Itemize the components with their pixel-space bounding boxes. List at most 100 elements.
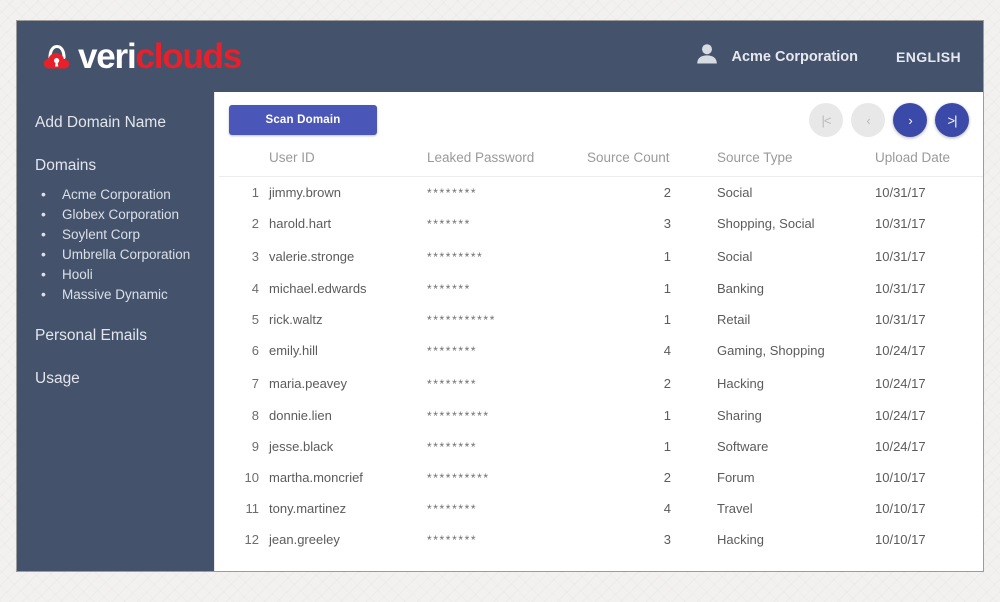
cell-source-type: Retail [717, 312, 751, 327]
account-name-label: Acme Corporation [731, 48, 858, 65]
app-body: Add Domain Name Domains Acme Corporation… [17, 92, 983, 571]
table-row[interactable]: 8donnie.lien**********1Sharing10/24/17No [219, 400, 983, 431]
cell-upload-date: 10/31/17 [875, 216, 926, 231]
logo-text-veri: veri [78, 37, 137, 76]
sidebar-item-personal-emails[interactable]: Personal Emails [17, 327, 214, 346]
account-menu[interactable]: Acme Corporation [694, 42, 858, 71]
cell-upload-date: 10/24/17 [875, 343, 926, 358]
masked-password-text: ********* [427, 249, 484, 264]
cell-index: 6 [251, 343, 259, 358]
masked-password-text: ******** [427, 186, 478, 200]
cell-index: 5 [251, 312, 259, 327]
column-header-source-count[interactable]: Source Count [581, 148, 711, 177]
column-header-upload-date[interactable]: Upload Date [869, 148, 983, 177]
masked-password-text: ******** [427, 376, 478, 391]
person-icon [694, 42, 720, 71]
leaked-credentials-table: User ID Leaked Password Source Count Sou… [219, 148, 983, 555]
cell-upload-date: 10/24/17 [875, 439, 926, 454]
column-header-source-type[interactable]: Source Type [711, 148, 869, 177]
leaked-credentials-table-container: User ID Leaked Password Source Count Sou… [215, 148, 983, 571]
table-header: User ID Leaked Password Source Count Sou… [219, 148, 983, 177]
cell-upload-date: 10/10/17 [875, 501, 926, 516]
cell-source-type: Hacking [717, 532, 764, 547]
cell-leaked-password: ******* [421, 208, 581, 239]
cell-source-count: 1 [663, 439, 671, 454]
cell-user-id: tony.martinez [269, 501, 347, 516]
sidebar-item-add-domain-name[interactable]: Add Domain Name [17, 114, 214, 133]
pagination-controls: |< ‹ › >| [809, 103, 969, 137]
sidebar-domain-acme-corporation[interactable]: Acme Corporation [39, 184, 214, 205]
scan-domain-button[interactable]: Scan Domain [229, 105, 377, 135]
first-page-button[interactable]: |< [809, 103, 843, 137]
masked-password-text: ******** [427, 533, 478, 547]
table-row[interactable]: 1jimmy.brown********2Social10/31/17Yes [219, 177, 983, 209]
table-row[interactable]: 11tony.martinez********4Travel10/10/17No [219, 493, 983, 524]
cell-leaked-password: ********** [421, 400, 581, 431]
table-row[interactable]: 12jean.greeley********3Hacking10/10/17Ye… [219, 524, 983, 555]
cell-source-type: Forum [717, 470, 755, 485]
cell-user-id: michael.edwards [269, 281, 367, 296]
cell-user-id: donnie.lien [269, 408, 332, 423]
cell-index: 2 [251, 216, 259, 231]
main-content: Scan Domain |< ‹ › >| User ID Leaked Pas… [214, 92, 983, 571]
top-header-bar: vericlouds Acme Corporation ENGLISH [17, 21, 983, 92]
cell-leaked-password: ********** [421, 462, 581, 493]
cell-source-count: 1 [663, 248, 671, 264]
last-page-button[interactable]: >| [935, 103, 969, 137]
cell-upload-date: 10/31/17 [875, 248, 926, 264]
cell-upload-date: 10/31/17 [875, 312, 926, 327]
logo-text-clouds: clouds [135, 37, 242, 76]
cell-user-id: emily.hill [269, 343, 318, 358]
prev-page-button[interactable]: ‹ [851, 103, 885, 137]
masked-password-text: ******** [427, 502, 478, 516]
cloud-lock-icon [38, 38, 76, 76]
cell-index: 12 [244, 532, 259, 547]
cell-index: 3 [251, 248, 259, 264]
sidebar-domain-globex-corporation[interactable]: Globex Corporation [39, 204, 214, 225]
masked-password-text: ******** [427, 344, 478, 358]
cell-leaked-password: ******** [421, 335, 581, 366]
table-row[interactable]: 2 harold.hart ******* 3 Shopping, Social 10/3… [219, 208, 983, 239]
sidebar-item-usage[interactable]: Usage [17, 370, 214, 389]
cell-index: 1 [251, 185, 259, 200]
cell-leaked-password: ******** [421, 493, 581, 524]
cell-source-type: Sharing [717, 408, 762, 423]
table-row[interactable]: 9jesse.black********1Software10/24/17Yes [219, 431, 983, 462]
sidebar-domain-hooli[interactable]: Hooli [39, 264, 214, 285]
cell-upload-date: 10/31/17 [875, 185, 926, 200]
masked-password-text: ******* [427, 217, 471, 231]
table-row[interactable]: 5rick.waltz***********1Retail10/31/17Yes [219, 304, 983, 335]
masked-password-text: ******** [427, 440, 478, 454]
language-selector[interactable]: ENGLISH [896, 49, 961, 65]
table-row[interactable]: 4michael.edwards*******1Banking10/31/17N… [219, 273, 983, 304]
sidebar-domain-massive-dynamic[interactable]: Massive Dynamic [39, 284, 214, 305]
vericlouds-logo[interactable]: vericlouds [38, 37, 242, 76]
cell-index: 7 [251, 375, 259, 391]
cell-leaked-password: ******** [421, 524, 581, 555]
sidebar-heading-domains: Domains [35, 156, 97, 174]
table-row[interactable]: 3 valerie.stronge ********* 1 Social 10/31/17 [219, 239, 983, 273]
sidebar-domain-soylent-corp[interactable]: Soylent Corp [39, 224, 214, 245]
next-page-button[interactable]: › [893, 103, 927, 137]
cell-user-id: martha.moncrief [269, 470, 363, 485]
cell-user-id: rick.waltz [269, 312, 323, 327]
cell-source-type: Banking [717, 281, 764, 296]
cell-source-count: 1 [663, 408, 671, 423]
sidebar-domain-umbrella-corporation[interactable]: Umbrella Corporation [39, 244, 214, 265]
table-row[interactable]: 6 emily.hill ******** 4 Gaming, Shopping 10/2… [219, 335, 983, 366]
cell-user-id: jean.greeley [269, 532, 340, 547]
column-header-user-id[interactable]: User ID [263, 148, 421, 177]
cell-source-type: Software [717, 439, 769, 454]
cell-upload-date: 10/10/17 [875, 470, 926, 485]
table-row[interactable]: 10 martha.moncrief ********** 2 Forum 10/10/1… [219, 462, 983, 493]
cell-leaked-password: ******** [421, 431, 581, 462]
table-row[interactable]: 7 maria.peavey ******** 2 Hacking 10/24/17 [219, 366, 983, 400]
column-header-leaked-password[interactable]: Leaked Password [421, 148, 581, 177]
logo-wordmark: vericlouds [78, 37, 242, 76]
table-header-row: User ID Leaked Password Source Count Sou… [219, 148, 983, 177]
sidebar-domain-list: Acme Corporation Globex Corporation Soyl… [17, 184, 214, 305]
content-toolbar: Scan Domain |< ‹ › >| [215, 92, 983, 148]
cell-index: 10 [244, 470, 259, 485]
cell-source-type: Social [717, 185, 753, 200]
cell-source-type: Social [717, 248, 753, 264]
